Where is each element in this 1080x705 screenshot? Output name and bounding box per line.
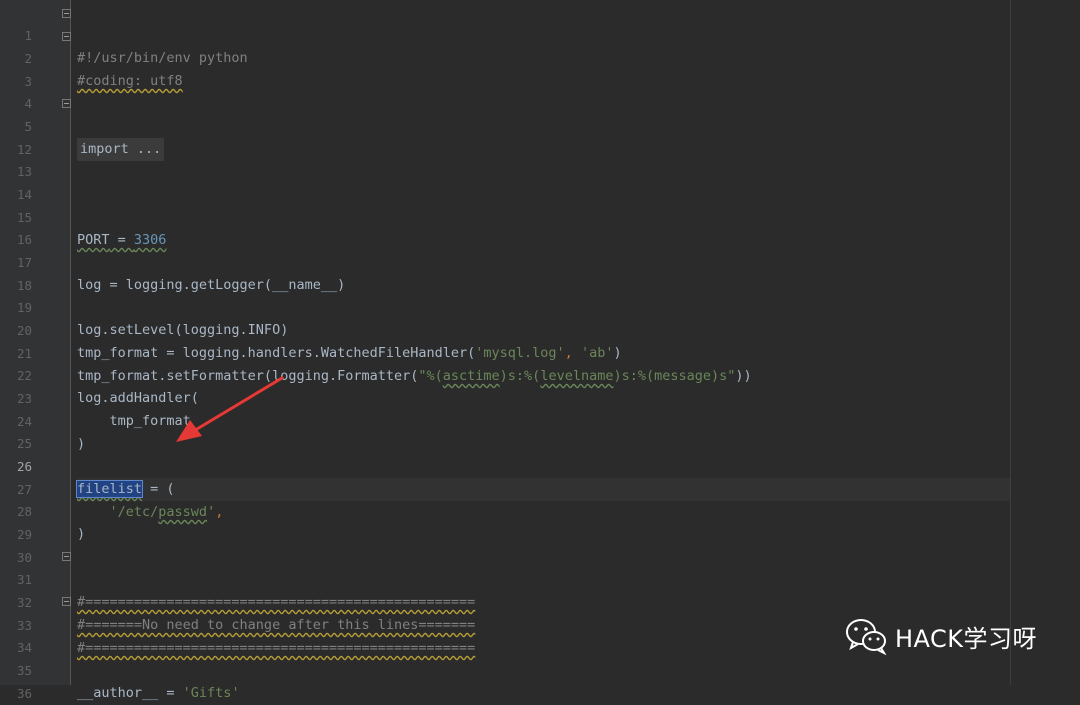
code-line[interactable]: 30: [0, 524, 1080, 565]
code-line[interactable]: 36: [0, 660, 1080, 701]
code-line[interactable]: 1 #!/usr/bin/env python: [0, 2, 1080, 67]
code-line[interactable]: 21 tmp_format.setFormatter(logging.Forma…: [0, 320, 1080, 385]
code-line[interactable]: 3: [0, 48, 1080, 89]
code-line[interactable]: 13: [0, 138, 1080, 179]
code-line[interactable]: 5 import ...: [0, 93, 1080, 161]
code-line[interactable]: 17 log = logging.getLogger(__name__): [0, 229, 1080, 294]
code-line[interactable]: 22 log.addHandler(: [0, 342, 1080, 407]
code-line[interactable]: 25: [0, 410, 1080, 451]
code-line[interactable]: 4: [0, 70, 1080, 111]
code-line[interactable]: 29: [0, 501, 1080, 542]
code-line[interactable]: 24 ): [0, 388, 1080, 453]
code-line[interactable]: 20 tmp_format = logging.handlers.Watched…: [0, 297, 1080, 362]
code-line[interactable]: 18: [0, 252, 1080, 293]
code-line[interactable]: 19 log.setLevel(logging.INFO): [0, 274, 1080, 339]
wechat-icon: [846, 619, 887, 655]
code-line[interactable]: 12: [0, 116, 1080, 157]
code-line[interactable]: 14: [0, 161, 1080, 202]
code-line[interactable]: 32 #=======No need to change after this …: [0, 569, 1080, 634]
code-line[interactable]: 16: [0, 206, 1080, 247]
watermark-text: HACK学习呀: [895, 624, 1038, 653]
code-line[interactable]: 15 PORT = 3306: [0, 184, 1080, 249]
code-line[interactable]: 2 #coding: utf8: [0, 25, 1080, 90]
code-line[interactable]: 31 #====================================…: [0, 546, 1080, 611]
code-line[interactable]: 23 tmp_format: [0, 365, 1080, 430]
code-line[interactable]: 28 ): [0, 478, 1080, 543]
code-line[interactable]: 27 '/etc/passwd',: [0, 456, 1080, 521]
red-arrow-icon: [176, 376, 284, 442]
watermark: HACK学习呀: [845, 617, 1037, 655]
line-number: 36: [16, 685, 32, 701]
current-code-line[interactable]: 26 filelist = (: [0, 433, 1080, 501]
code-line[interactable]: 33 #====================================…: [0, 592, 1080, 657]
code-text: __author__ = 'Gifts': [77, 685, 240, 702]
